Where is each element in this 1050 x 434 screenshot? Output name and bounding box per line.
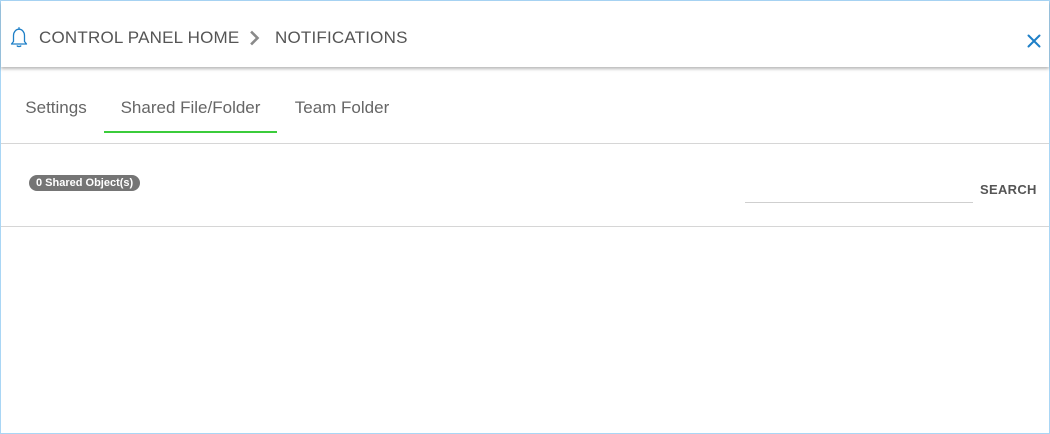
dialog-header: CONTROL PANEL HOME NOTIFICATIONS	[1, 1, 1049, 67]
search-button[interactable]: SEARCH	[980, 182, 1037, 197]
shared-object-count-badge: 0 Shared Object(s)	[29, 175, 141, 191]
tab-shared-file-folder[interactable]: Shared File/Folder	[104, 67, 277, 133]
chevron-right-icon	[249, 30, 261, 46]
close-icon[interactable]	[1025, 32, 1043, 50]
breadcrumb-notifications: NOTIFICATIONS	[275, 28, 408, 47]
notifications-dialog: CONTROL PANEL HOME NOTIFICATIONS Setting…	[0, 0, 1050, 434]
tab-settings[interactable]: Settings	[9, 67, 103, 133]
tab-team-folder[interactable]: Team Folder	[279, 67, 405, 133]
active-tab-indicator	[104, 131, 277, 133]
shared-objects-list	[1, 227, 1049, 433]
shared-objects-toolbar: 0 Shared Object(s) SEARCH	[1, 144, 1049, 227]
breadcrumb-control-panel-home[interactable]: CONTROL PANEL HOME	[39, 28, 239, 48]
tab-bar: Settings Shared File/Folder Team Folder	[1, 67, 1049, 144]
bell-icon	[7, 25, 31, 49]
search-input[interactable]	[745, 178, 973, 203]
